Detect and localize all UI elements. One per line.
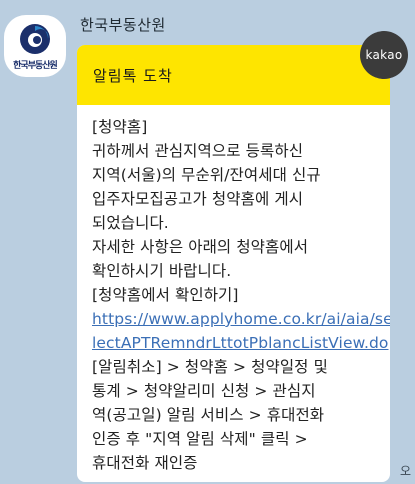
message-line: 역(공고일) 알림 서비스 > 휴대전화 — [92, 406, 325, 424]
message-header-title: 알림톡 도착 — [93, 66, 173, 85]
applyhome-link[interactable]: https://www.applyhome.co.kr/ai/aia/se — [92, 307, 390, 331]
message-bubble: 알림톡 도착 [청약홈] 귀하께서 관심지역으로 등록하신 지역(서울)의 무순… — [77, 45, 390, 482]
message-line: [알림취소] > 청약홈 > 청약일정 및 — [92, 358, 328, 376]
message-line: [청약홈에서 확인하기] — [92, 286, 239, 304]
avatar-label: 한국부동산원 — [13, 60, 58, 71]
message-line: 자세한 사항은 아래의 청약홈에서 — [92, 238, 309, 256]
message-line: 인증 후 "지역 알림 삭제" 클릭 > — [92, 430, 308, 448]
korea-real-estate-board-logo-icon — [20, 23, 50, 54]
message-time: 오 — [400, 464, 412, 478]
applyhome-link[interactable]: lectAPTRemndrLttotPblancListView.do — [92, 331, 388, 355]
message-line: 귀하께서 관심지역으로 등록하신 — [92, 142, 304, 160]
sender-avatar[interactable]: 한국부동산원 — [4, 15, 66, 77]
message-header: 알림톡 도착 — [77, 45, 390, 105]
kakao-badge: kakao — [360, 31, 408, 79]
message-body: [청약홈] 귀하께서 관심지역으로 등록하신 지역(서울)의 무순위/잔여세대 … — [77, 105, 390, 475]
message-line: [청약홈] — [92, 118, 148, 136]
message-line: 지역(서울)의 무순위/잔여세대 신규 — [92, 166, 321, 184]
message-line: 휴대전화 재인증 — [92, 454, 198, 472]
message-line: 확인하시기 바랍니다. — [92, 262, 232, 280]
message-line: 통계 > 청약알리미 신청 > 관심지 — [92, 382, 316, 400]
sender-name: 한국부동산원 — [80, 16, 166, 34]
message-line: 입주자모집공고가 청약홈에 게시 — [92, 190, 304, 208]
message-line: 되었습니다. — [92, 214, 169, 232]
